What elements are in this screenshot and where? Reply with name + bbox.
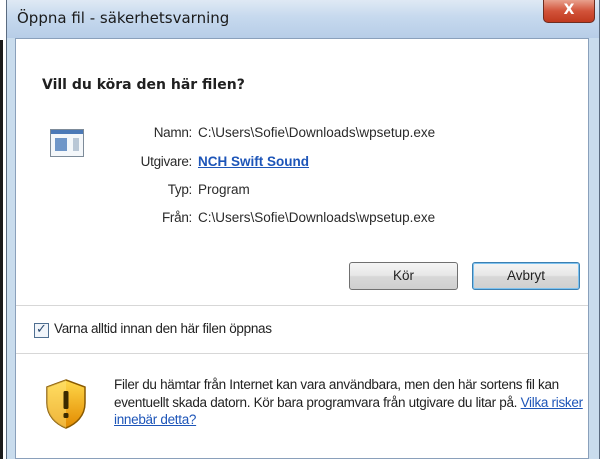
title-bar[interactable]: Öppna fil - säkerhetsvarning X [7,0,599,38]
publisher-link[interactable]: NCH Swift Sound [198,154,309,169]
cancel-button[interactable]: Avbryt [472,262,580,290]
warning-text: Filer du hämtar från Internet kan vara a… [114,377,559,410]
close-icon: X [563,2,575,18]
type-label: Typ: [167,182,193,197]
background-window-edge [0,40,3,459]
window-title: Öppna fil - säkerhetsvarning [17,9,230,27]
type-value: Program [198,182,250,197]
name-label: Namn: [153,125,193,140]
name-value: C:\Users\Sofie\Downloads\wpsetup.exe [198,125,436,140]
from-label: Från: [161,210,192,225]
publisher-label: Utgivare: [140,154,193,169]
warning-message: Filer du hämtar från Internet kan vara a… [114,376,584,429]
checkmark-icon: ✓ [36,321,47,336]
close-button[interactable]: X [543,0,595,23]
separator-top [16,305,588,306]
from-value: C:\Users\Sofie\Downloads\wpsetup.exe [198,210,436,225]
dialog-body: Vill du köra den här filen? Namn: C:\Use… [15,38,589,459]
dialog-heading: Vill du köra den här filen? [42,77,245,93]
shield-warning-icon [46,379,86,429]
run-button[interactable]: Kör [349,262,458,290]
always-warn-label[interactable]: Varna alltid innan den här filen öppnas [54,321,272,336]
separator-bottom [16,353,588,354]
always-warn-checkbox[interactable]: ✓ [34,321,49,338]
security-warning-dialog: Öppna fil - säkerhetsvarning X Vill du k… [6,0,600,459]
